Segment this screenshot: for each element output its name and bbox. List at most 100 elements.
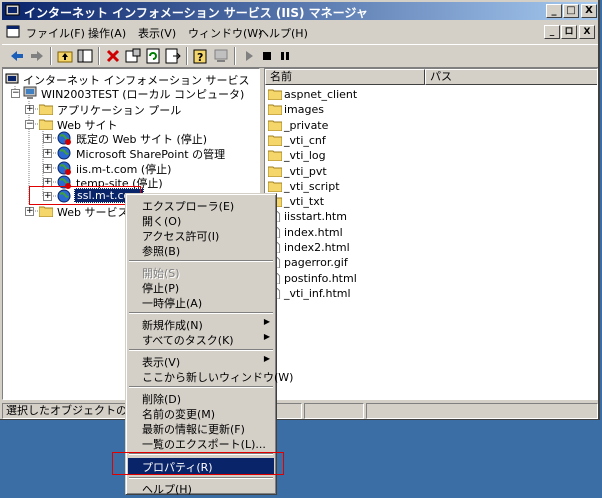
website-globe-icon xyxy=(57,161,71,175)
list-item-name: _vti_txt xyxy=(284,195,325,209)
column-header-name[interactable]: 名前 xyxy=(265,69,425,85)
column-header-path[interactable]: パス xyxy=(425,69,597,85)
toolbar-separator xyxy=(234,47,236,65)
menu-delete[interactable]: 削除(D) xyxy=(128,390,274,406)
list-item-name: iisstart.htm xyxy=(284,210,347,224)
tree-default-site[interactable]: + 既定の Web サイト (停止) xyxy=(43,130,253,146)
folder-icon xyxy=(268,150,282,162)
menu-rename[interactable]: 名前の変更(M) xyxy=(128,405,274,421)
list-item-name: images xyxy=(284,103,324,117)
menu-refresh[interactable]: 最新の情報に更新(F) xyxy=(128,420,274,436)
iis-manager-window: インターネット インフォメーション サービス (IIS) マネージャ _ □ X… xyxy=(0,0,600,420)
mdi-minimize-button[interactable]: _ xyxy=(544,25,560,39)
expand-toggle[interactable]: + xyxy=(25,207,34,216)
menu-separator xyxy=(129,386,273,388)
folder-icon xyxy=(39,104,53,115)
mdi-close-button[interactable]: X xyxy=(579,25,595,39)
console-icon[interactable] xyxy=(6,25,20,39)
folder-icon xyxy=(268,135,282,146)
menu-all-tasks[interactable]: すべてのタスク(K) ▶ xyxy=(128,331,274,347)
list-item-name: index.html xyxy=(284,225,343,239)
status-pane xyxy=(304,403,364,419)
minimize-button[interactable]: _ xyxy=(546,4,562,18)
window-title: インターネット インフォメーション サービス (IIS) マネージャ xyxy=(24,6,368,20)
pause-icon[interactable] xyxy=(276,47,294,65)
menu-view[interactable]: 表示(V) ▶ xyxy=(128,353,274,369)
website-globe-icon xyxy=(57,146,71,160)
collapse-toggle[interactable]: − xyxy=(25,120,34,129)
show-hide-tree-icon[interactable] xyxy=(76,47,94,65)
menu-explorer[interactable]: エクスプローラ(E) xyxy=(128,197,274,213)
properties-icon[interactable] xyxy=(124,47,142,65)
list-item-name: _vti_script xyxy=(284,179,340,193)
list-item-name: _vti_inf.html xyxy=(284,286,351,300)
website-globe-icon xyxy=(57,131,71,145)
menu-bar: ファイル(F) 操作(A) 表示(V) ウィンドウ(W) ヘルプ(H) _ ロ … xyxy=(2,22,598,42)
tree-sharepoint[interactable]: + Microsoft SharePoint の管理 xyxy=(43,145,253,161)
tree-computer[interactable]: − WIN2003TEST (ローカル コンピュータ) xyxy=(9,85,244,101)
expand-toggle[interactable]: + xyxy=(43,164,52,173)
start-play-icon[interactable] xyxy=(240,47,258,65)
menu-permissions[interactable]: アクセス許可(I) xyxy=(128,227,274,243)
menu-action[interactable]: 操作(A) xyxy=(88,25,126,41)
tree-label: WIN2003TEST (ローカル コンピュータ) xyxy=(41,88,245,101)
menu-separator xyxy=(129,349,273,351)
help-icon[interactable]: ? xyxy=(192,47,210,65)
menu-new-window[interactable]: ここから新しいウィンドウ(W) xyxy=(128,368,293,384)
expand-toggle[interactable]: + xyxy=(25,105,34,114)
menu-help[interactable]: ヘルプ(H) xyxy=(258,25,308,41)
list-item-name: _vti_pvt xyxy=(284,164,327,178)
folder-icon xyxy=(268,166,282,177)
forward-arrow-icon[interactable] xyxy=(28,47,46,65)
list-pane[interactable]: 名前 パス aspnet_client images _private _vti_cn… xyxy=(264,68,598,400)
iis-app-icon xyxy=(5,4,20,16)
list-item-name: _vti_log xyxy=(284,149,326,163)
submenu-arrow-icon: ▶ xyxy=(263,354,270,363)
status-pane xyxy=(366,403,598,419)
back-arrow-icon[interactable] xyxy=(8,47,26,65)
menu-stop[interactable]: 停止(P) xyxy=(128,279,274,295)
folder-icon xyxy=(39,206,53,217)
list-item-name: _vti_cnf xyxy=(284,133,326,147)
expand-toggle[interactable]: + xyxy=(43,149,52,158)
toolbar-separator xyxy=(50,47,52,65)
context-menu: エクスプローラ(E) 開く(O) アクセス許可(I) 参照(B) 開始(S) 停… xyxy=(125,193,293,496)
menu-help[interactable]: ヘルプ(H) xyxy=(128,480,274,496)
refresh-icon[interactable] xyxy=(144,47,162,65)
submenu-arrow-icon: ▶ xyxy=(263,317,270,326)
menu-file[interactable]: ファイル(F) xyxy=(26,25,85,41)
toolbar: ? xyxy=(2,44,598,68)
menu-separator xyxy=(129,312,273,314)
export-list-icon[interactable] xyxy=(164,47,182,65)
title-bar[interactable]: インターネット インフォメーション サービス (IIS) マネージャ _ □ X xyxy=(2,2,598,20)
mdi-restore-button[interactable]: ロ xyxy=(561,25,577,39)
list-item-name: index2.html xyxy=(284,241,350,254)
menu-start: 開始(S) xyxy=(142,267,180,280)
status-bar: 選択したオブジェクトのプロパ xyxy=(2,402,598,420)
collapse-toggle[interactable]: − xyxy=(11,89,20,98)
stop-icon[interactable] xyxy=(258,47,276,65)
folder-icon xyxy=(268,104,282,116)
computer-icon[interactable] xyxy=(212,47,230,65)
menu-window[interactable]: ウィンドウ(W) xyxy=(188,25,262,41)
folder-icon xyxy=(268,120,282,131)
toolbar-separator xyxy=(98,47,100,65)
expand-toggle[interactable]: + xyxy=(43,134,52,143)
menu-open[interactable]: 開く(O) xyxy=(128,212,274,228)
highlight-box-properties xyxy=(112,452,284,475)
computer-icon xyxy=(23,86,37,99)
maximize-button[interactable]: □ xyxy=(563,4,579,18)
folder-icon xyxy=(268,181,282,192)
menu-export[interactable]: 一覧のエクスポート(L)... xyxy=(128,435,274,451)
menu-pause[interactable]: 一時停止(A) xyxy=(128,294,274,310)
up-folder-icon[interactable] xyxy=(56,47,74,65)
delete-x-icon[interactable] xyxy=(104,47,122,65)
tree-app-pools[interactable]: + アプリケーション プール xyxy=(25,101,225,117)
folder-icon xyxy=(39,119,53,130)
menu-view[interactable]: 表示(V) xyxy=(138,25,176,41)
menu-separator xyxy=(129,477,273,479)
close-button[interactable]: X xyxy=(581,4,597,18)
menu-new[interactable]: 新規作成(N) ▶ xyxy=(128,316,274,332)
menu-separator xyxy=(129,260,273,262)
menu-browse[interactable]: 参照(B) xyxy=(128,242,274,258)
